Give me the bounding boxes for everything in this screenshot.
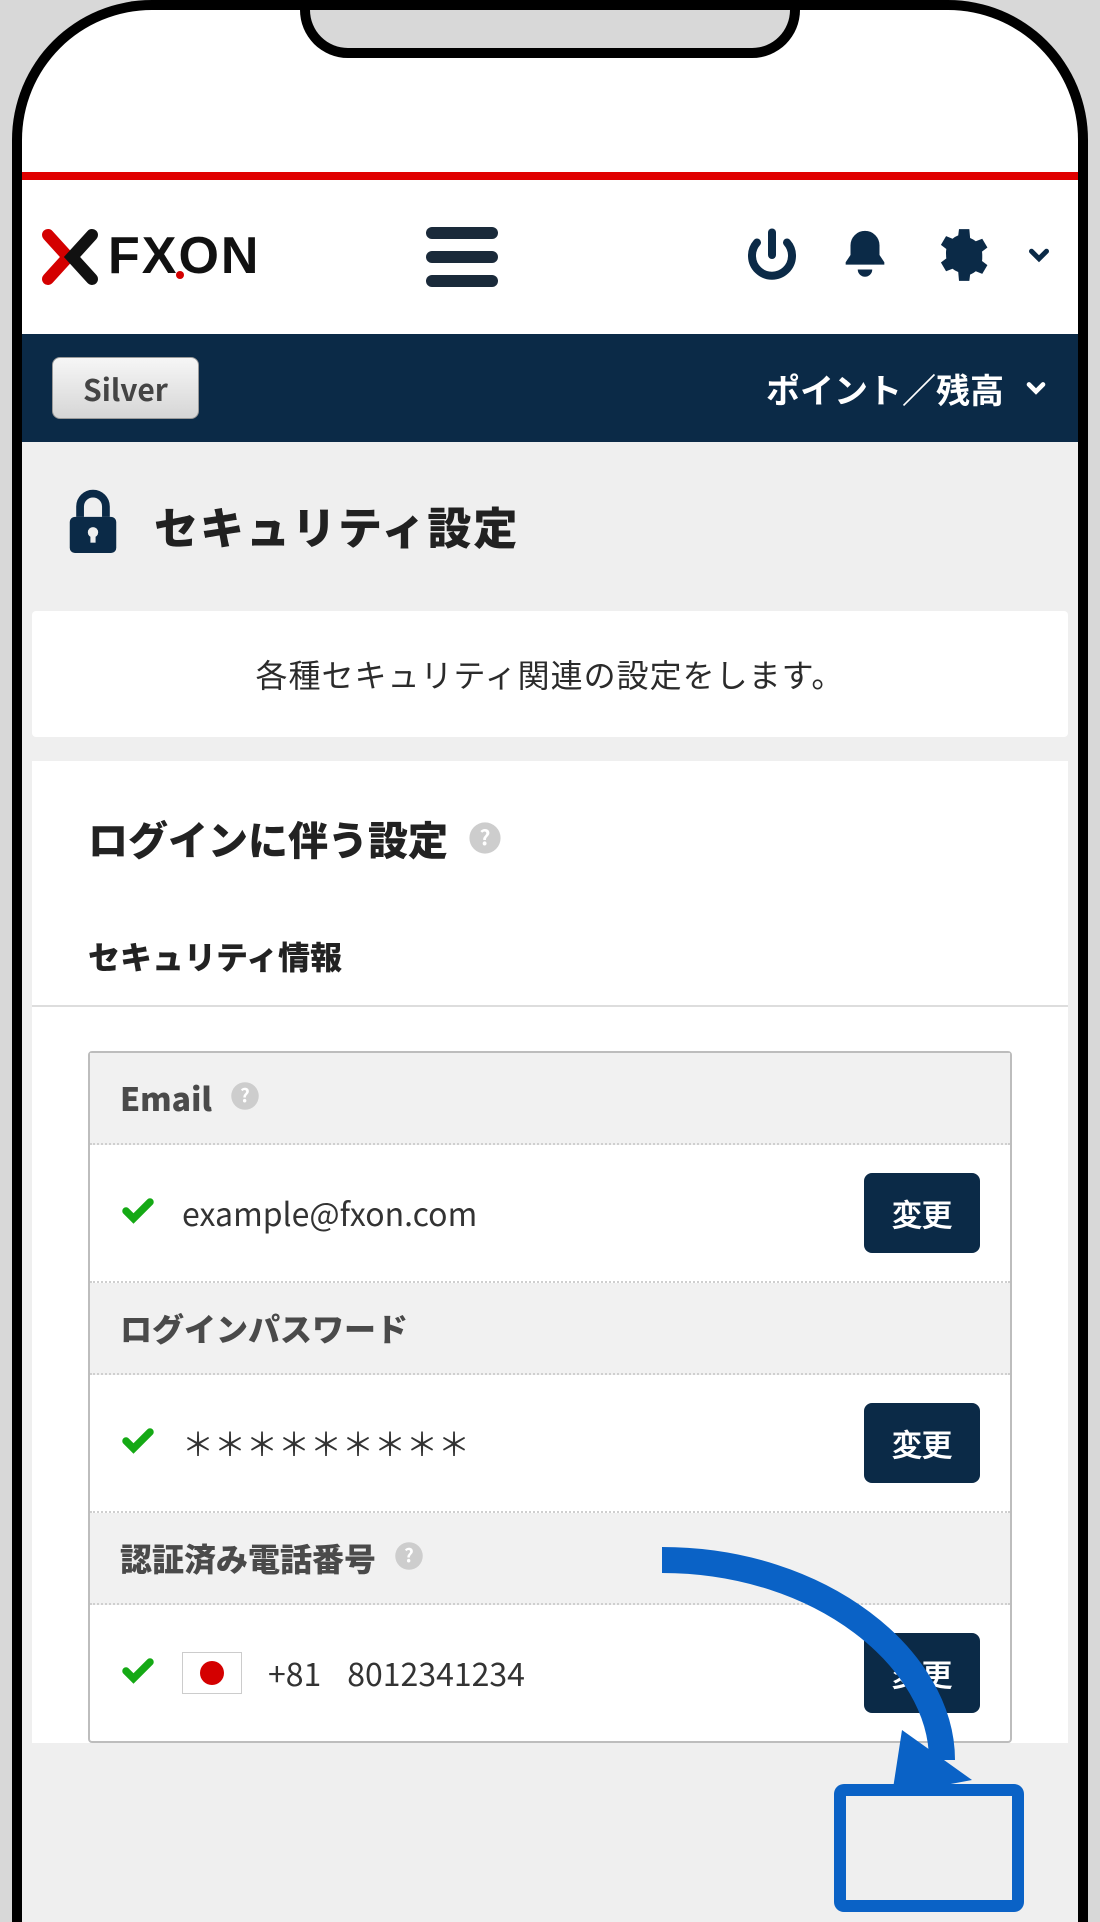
logo-mark-icon — [40, 227, 100, 287]
status-bar: Silver ポイント／残高 — [22, 334, 1078, 442]
email-value: example@fxon.com — [182, 1190, 838, 1236]
security-table: Email ? example@fxon.com 変更 — [88, 1051, 1012, 1743]
password-label: ログインパスワード — [120, 1305, 408, 1351]
check-icon — [120, 1653, 156, 1694]
sub-heading: セキュリティ情報 — [32, 897, 1068, 1007]
password-header: ログインパスワード — [90, 1283, 1010, 1375]
svg-text:?: ? — [240, 1081, 250, 1108]
password-value: ＊＊＊＊＊＊＊＊＊ — [182, 1420, 838, 1466]
help-icon[interactable]: ? — [468, 809, 502, 867]
check-icon — [120, 1423, 156, 1464]
check-icon — [120, 1193, 156, 1234]
section-heading: ログインに伴う設定 — [88, 809, 448, 867]
accent-line — [22, 172, 1078, 180]
phone-frame: FXON — [12, 0, 1088, 1922]
app-header: FXON — [22, 180, 1078, 334]
tier-badge[interactable]: Silver — [52, 357, 199, 419]
change-email-button[interactable]: 変更 — [864, 1173, 980, 1253]
email-label: Email — [120, 1075, 212, 1121]
svg-text:?: ? — [404, 1541, 414, 1568]
phone-code: +81 — [268, 1650, 321, 1696]
points-dropdown[interactable]: ポイント／残高 — [766, 364, 1050, 413]
page-intro: 各種セキュリティ関連の設定をします。 — [68, 651, 1032, 697]
help-icon[interactable]: ? — [394, 1535, 424, 1581]
logo-wordmark: FXON — [108, 227, 378, 287]
chevron-down-icon[interactable] — [1024, 240, 1054, 275]
bell-icon[interactable] — [836, 226, 894, 289]
phone-label: 認証済み電話番号 — [120, 1535, 376, 1581]
email-header: Email ? — [90, 1053, 1010, 1145]
page-title: セキュリティ設定 — [154, 493, 519, 557]
power-icon[interactable] — [742, 225, 802, 290]
chevron-down-icon — [1022, 374, 1050, 402]
phone-header: 認証済み電話番号 ? — [90, 1513, 1010, 1605]
points-label: ポイント／残高 — [766, 364, 1004, 413]
svg-text:FXON: FXON — [108, 227, 260, 285]
email-row: example@fxon.com 変更 — [90, 1145, 1010, 1283]
help-icon[interactable]: ? — [230, 1075, 260, 1121]
gear-icon[interactable] — [928, 224, 990, 291]
svg-text:?: ? — [480, 821, 491, 852]
phone-row: +81 8012341234 変更 — [90, 1605, 1010, 1741]
change-password-button[interactable]: 変更 — [864, 1403, 980, 1483]
brand-logo[interactable]: FXON — [40, 227, 378, 287]
change-phone-button[interactable]: 変更 — [864, 1633, 980, 1713]
menu-button[interactable] — [426, 227, 498, 287]
password-row: ＊＊＊＊＊＊＊＊＊ 変更 — [90, 1375, 1010, 1513]
phone-number: 8012341234 — [347, 1650, 525, 1696]
japan-flag-icon — [182, 1652, 242, 1694]
phone-notch — [300, 0, 800, 58]
lock-icon — [62, 484, 124, 565]
